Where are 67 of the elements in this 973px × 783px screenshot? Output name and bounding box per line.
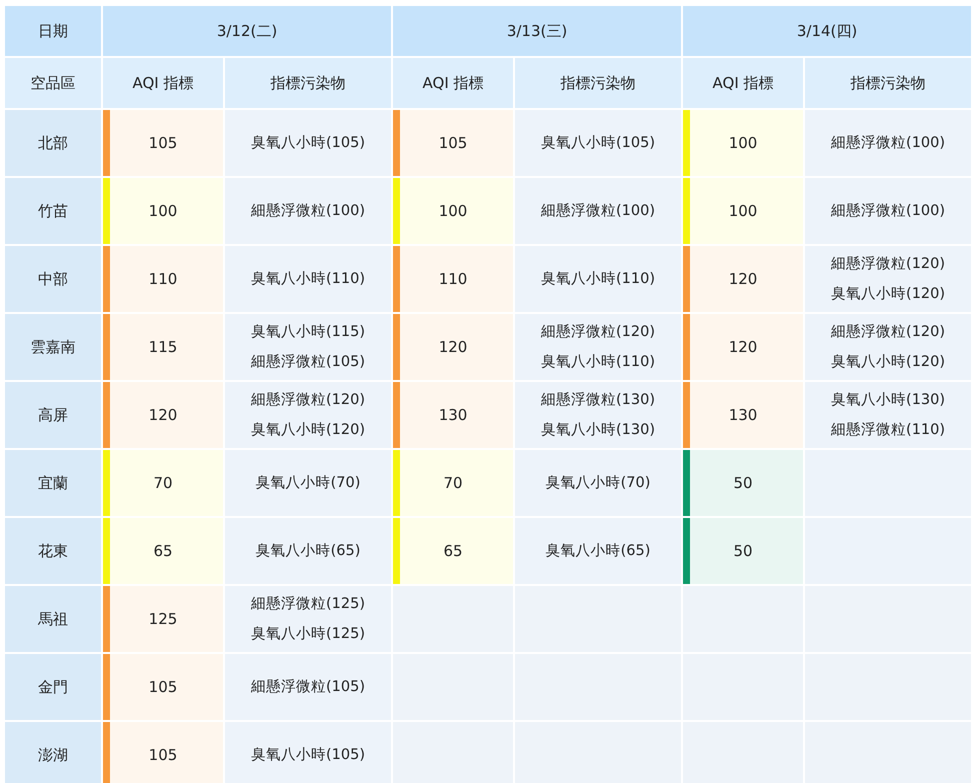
aqi-cell: 105 xyxy=(103,110,223,176)
region-cell: 馬祖 xyxy=(5,586,101,652)
aqi-cell: 120 xyxy=(103,382,223,448)
pollutant-cell: 細懸浮微粒(100) xyxy=(805,110,972,176)
aqi-cell: 130 xyxy=(393,382,514,448)
aqi-cell: 65 xyxy=(393,518,514,584)
pollutant-cell: 細懸浮微粒(120) 臭氧八小時(110) xyxy=(515,314,682,380)
aqi-cell: 120 xyxy=(683,246,804,312)
pollutant-cell: 臭氧八小時(70) xyxy=(515,450,682,516)
pollutant-cell: 臭氧八小時(105) xyxy=(225,110,392,176)
header-cell: AQI 指標 xyxy=(103,58,223,108)
aqi-cell: 120 xyxy=(393,314,514,380)
pollutant-cell: 細懸浮微粒(125) 臭氧八小時(125) xyxy=(225,586,392,652)
aqi-cell: 100 xyxy=(393,178,514,244)
aqi-cell: 50 xyxy=(683,450,804,516)
aqi-cell: 115 xyxy=(103,314,223,380)
region-cell: 高屏 xyxy=(5,382,101,448)
pollutant-cell: 臭氧八小時(105) xyxy=(515,110,682,176)
aqi-cell: 70 xyxy=(103,450,223,516)
region-cell: 雲嘉南 xyxy=(5,314,101,380)
pollutant-cell: 臭氧八小時(130) 細懸浮微粒(110) xyxy=(805,382,972,448)
aqi-cell: 105 xyxy=(103,654,223,720)
header-cell: 空品區 xyxy=(5,58,101,108)
region-cell: 花東 xyxy=(5,518,101,584)
header-cell: 指標污染物 xyxy=(225,58,392,108)
region-cell: 中部 xyxy=(5,246,101,312)
pollutant-cell: 臭氧八小時(110) xyxy=(225,246,392,312)
aqi-cell: 70 xyxy=(393,450,514,516)
pollutant-cell: 細懸浮微粒(100) xyxy=(515,178,682,244)
pollutant-cell: 細懸浮微粒(120) 臭氧八小時(120) xyxy=(225,382,392,448)
aqi-cell: 100 xyxy=(683,110,804,176)
header-cell: AQI 指標 xyxy=(683,58,804,108)
region-cell: 竹苗 xyxy=(5,178,101,244)
aqi-cell: 125 xyxy=(103,586,223,652)
pollutant-cell: 細懸浮微粒(130) 臭氧八小時(130) xyxy=(515,382,682,448)
aqi-cell: 110 xyxy=(393,246,514,312)
date-header: 3/13(三) xyxy=(393,6,682,56)
aqi-cell: 105 xyxy=(103,722,223,783)
aqi-cell: 50 xyxy=(683,518,804,584)
pollutant-cell: 臭氧八小時(105) xyxy=(225,722,392,783)
region-cell: 澎湖 xyxy=(5,722,101,783)
header-cell: 日期 xyxy=(5,6,101,56)
region-cell: 北部 xyxy=(5,110,101,176)
aqi-cell: 100 xyxy=(683,178,804,244)
aqi-cell: 65 xyxy=(103,518,223,584)
aqi-cell: 130 xyxy=(683,382,804,448)
header-cell: AQI 指標 xyxy=(393,58,514,108)
pollutant-cell: 臭氧八小時(65) xyxy=(515,518,682,584)
region-cell: 宜蘭 xyxy=(5,450,101,516)
pollutant-cell: 細懸浮微粒(120) 臭氧八小時(120) xyxy=(805,246,972,312)
pollutant-cell: 臭氧八小時(70) xyxy=(225,450,392,516)
aqi-cell: 110 xyxy=(103,246,223,312)
aqi-cell: 100 xyxy=(103,178,223,244)
pollutant-cell: 細懸浮微粒(105) xyxy=(225,654,392,720)
aqi-cell: 120 xyxy=(683,314,804,380)
region-cell: 金門 xyxy=(5,654,101,720)
pollutant-cell: 臭氧八小時(65) xyxy=(225,518,392,584)
date-header: 3/12(二) xyxy=(103,6,392,56)
pollutant-cell: 臭氧八小時(110) xyxy=(515,246,682,312)
header-cell: 指標污染物 xyxy=(515,58,682,108)
aqi-cell: 105 xyxy=(393,110,514,176)
header-cell: 指標污染物 xyxy=(805,58,972,108)
pollutant-cell: 細懸浮微粒(120) 臭氧八小時(120) xyxy=(805,314,972,380)
date-header: 3/14(四) xyxy=(683,6,972,56)
pollutant-cell: 臭氧八小時(115) 細懸浮微粒(105) xyxy=(225,314,392,380)
pollutant-cell: 細懸浮微粒(100) xyxy=(225,178,392,244)
pollutant-cell: 細懸浮微粒(100) xyxy=(805,178,972,244)
